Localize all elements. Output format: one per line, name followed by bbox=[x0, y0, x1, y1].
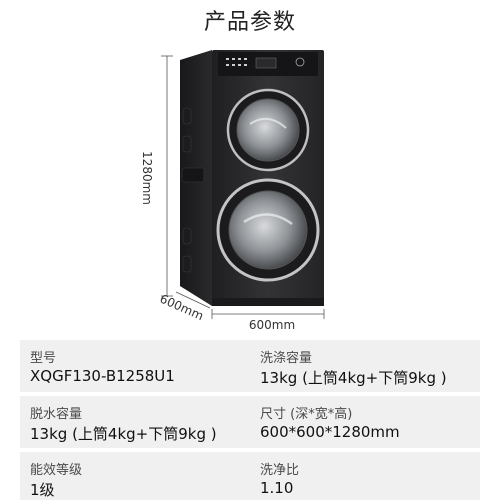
spec-label: 尺寸 (深*宽*高) bbox=[260, 407, 353, 422]
spec-cell-size: 尺寸 (深*宽*高) 600*600*1280mm bbox=[260, 396, 475, 448]
lower-drum-door bbox=[216, 178, 320, 282]
spec-value: 13kg (上筒4kg+下筒9kg ) bbox=[30, 425, 217, 443]
height-dimension: 1280mm bbox=[140, 55, 173, 297]
spec-value: 1级 bbox=[30, 481, 55, 499]
width-dimension: 600mm bbox=[211, 309, 325, 332]
spec-row: 脱水容量 13kg (上筒4kg+下筒9kg ) 尺寸 (深*宽*高) 600*… bbox=[20, 396, 480, 448]
spec-cell-energy-grade: 能效等级 1级 bbox=[30, 452, 240, 500]
width-label: 600mm bbox=[249, 318, 295, 332]
page-title: 产品参数 bbox=[203, 10, 296, 35]
spec-label: 洗净比 bbox=[260, 463, 300, 478]
spec-value: 1.10 bbox=[260, 479, 294, 497]
spec-cell-model: 型号 XQGF130-B1258U1 bbox=[30, 340, 240, 392]
spec-cell-wash-capacity: 洗涤容量 13kg (上筒4kg+下筒9kg ) bbox=[260, 340, 475, 392]
spec-label: 洗涤容量 bbox=[260, 351, 313, 366]
spec-label: 脱水容量 bbox=[30, 407, 83, 422]
upper-drum-door bbox=[226, 88, 310, 172]
spec-value: XQGF130-B1258U1 bbox=[30, 367, 175, 385]
spec-label: 型号 bbox=[30, 351, 57, 366]
spec-value: 13kg (上筒4kg+下筒9kg ) bbox=[260, 369, 447, 387]
spec-row: 能效等级 1级 洗净比 1.10 bbox=[20, 452, 480, 500]
product-image: 1280mm 600mm 600mm bbox=[140, 50, 325, 332]
height-label: 1280mm bbox=[140, 151, 154, 205]
spec-value: 600*600*1280mm bbox=[260, 423, 400, 441]
spec-label: 能效等级 bbox=[30, 463, 83, 478]
spec-cell-spin-capacity: 脱水容量 13kg (上筒4kg+下筒9kg ) bbox=[30, 396, 240, 448]
spec-cell-wash-ratio: 洗净比 1.10 bbox=[260, 452, 475, 500]
spec-row: 型号 XQGF130-B1258U1 洗涤容量 13kg (上筒4kg+下筒9k… bbox=[20, 340, 480, 392]
